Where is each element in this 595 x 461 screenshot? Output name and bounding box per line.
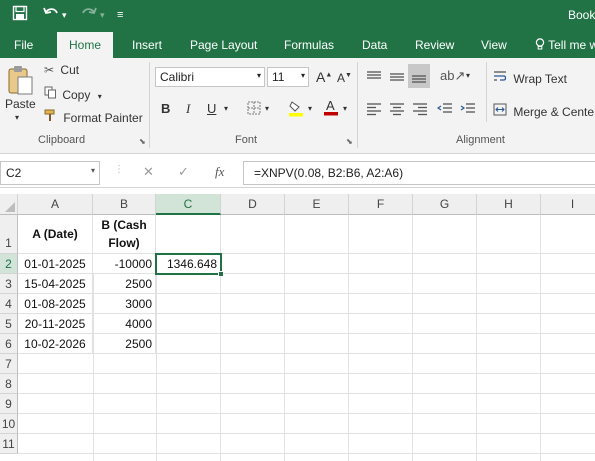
paste-button[interactable]	[6, 64, 34, 99]
chevron-down-icon[interactable]: ▾	[91, 166, 95, 175]
orientation-dropdown-icon[interactable]: ▾	[466, 71, 470, 80]
separator	[357, 62, 358, 148]
font-size-value: 11	[272, 70, 285, 84]
align-center-icon[interactable]	[389, 102, 405, 119]
font-group-label: Font	[235, 134, 258, 146]
copy-button[interactable]: Copy ▾	[44, 86, 102, 102]
more-options-icon: ⋮	[114, 164, 124, 175]
tab-file[interactable]: File	[14, 38, 33, 52]
chevron-down-icon: ▾	[300, 71, 305, 80]
name-box-value: C2	[6, 166, 22, 180]
customize-qat-icon[interactable]: ≡	[117, 5, 123, 25]
separator	[486, 62, 487, 122]
undo-dropdown-icon[interactable]: ▾	[62, 5, 67, 25]
tab-review[interactable]: Review	[415, 38, 454, 52]
spreadsheet-grid[interactable]: A B C D E F G H I 1 2 3 4 5 6 7 8 9 10 1…	[0, 194, 595, 461]
merge-cells-icon	[493, 103, 510, 119]
font-name-select[interactable]: Calibri ▾	[155, 67, 265, 87]
copy-label: Copy	[62, 88, 91, 102]
wrap-text-label: Wrap Text	[513, 72, 567, 86]
save-icon[interactable]	[12, 5, 28, 27]
wrap-text-icon	[493, 71, 510, 86]
paste-dropdown-icon[interactable]: ▾	[15, 113, 19, 122]
italic-button[interactable]: I	[186, 101, 190, 117]
font-name-value: Calibri	[160, 70, 195, 84]
fill-color-icon[interactable]	[288, 99, 304, 120]
paintbrush-icon	[44, 109, 60, 125]
alignment-group-label: Alignment	[456, 134, 505, 146]
formula-text: =XNPV(0.08, B2:B6, A2:A6)	[254, 166, 404, 180]
underline-button[interactable]: U	[207, 101, 216, 116]
bold-button[interactable]: B	[161, 101, 170, 116]
align-left-icon[interactable]	[366, 102, 382, 119]
format-painter-label: Format Painter	[63, 111, 143, 125]
bottom-align-icon[interactable]	[408, 64, 430, 88]
copy-icon	[44, 86, 60, 102]
ribbon-tabs: File Home Insert Page Layout Formulas Da…	[0, 32, 595, 58]
fill-color-dropdown-icon[interactable]: ▾	[308, 104, 312, 113]
tab-formulas[interactable]: Formulas	[284, 38, 334, 52]
align-right-icon[interactable]	[412, 102, 428, 119]
gridlines	[18, 253, 595, 461]
font-color-dropdown-icon[interactable]: ▾	[343, 104, 347, 113]
name-box[interactable]: C2 ▾	[0, 161, 100, 185]
cut-button[interactable]: ✂ Cut	[44, 63, 79, 77]
tab-view[interactable]: View	[481, 38, 507, 52]
title-bar: ▾ ▾ ≡ Book	[0, 0, 595, 32]
orientation-icon[interactable]: ab↗	[440, 68, 465, 84]
separator	[149, 62, 150, 148]
formula-input[interactable]: =XNPV(0.08, B2:B6, A2:A6)	[243, 161, 595, 185]
underline-dropdown-icon[interactable]: ▾	[224, 104, 228, 113]
top-align-icon[interactable]	[366, 70, 382, 87]
font-launcher-icon[interactable]: ⬊	[346, 137, 353, 146]
redo-icon[interactable]	[80, 5, 98, 27]
redo-dropdown-icon[interactable]: ▾	[100, 5, 105, 25]
copy-dropdown-icon[interactable]: ▾	[98, 92, 102, 101]
undo-icon[interactable]	[42, 5, 60, 27]
decrease-indent-icon[interactable]	[436, 102, 453, 119]
format-painter-button[interactable]: Format Painter	[44, 109, 143, 125]
scissors-icon: ✂	[44, 63, 55, 77]
increase-font-size-icon[interactable]: A▲	[316, 69, 332, 85]
clipboard-launcher-icon[interactable]: ⬊	[139, 137, 146, 146]
tell-me-label: Tell me w	[548, 38, 595, 52]
middle-align-icon[interactable]	[389, 70, 405, 87]
cut-label: Cut	[60, 63, 80, 77]
font-size-select[interactable]: 11 ▾	[267, 67, 309, 87]
tab-page-layout[interactable]: Page Layout	[190, 38, 257, 52]
tab-data[interactable]: Data	[362, 38, 387, 52]
window-title: Book	[568, 8, 595, 22]
increase-indent-icon[interactable]	[460, 102, 476, 119]
fill-handle[interactable]	[218, 271, 224, 277]
decrease-font-size-icon[interactable]: A▼	[337, 71, 352, 85]
insert-function-button[interactable]: fx	[215, 164, 224, 180]
cancel-formula-icon[interactable]: ✕	[143, 164, 154, 180]
active-cell-outline	[155, 253, 222, 275]
paste-label[interactable]: Paste	[5, 97, 36, 111]
enter-formula-icon[interactable]: ✓	[178, 164, 189, 180]
svg-text:A: A	[326, 98, 335, 113]
borders-icon[interactable]	[247, 101, 261, 118]
lightbulb-icon	[535, 38, 548, 52]
merge-center-label: Merge & Cente	[513, 105, 595, 119]
ribbon-home: Paste ▾ ✂ Cut Copy ▾ Format Painter Clip…	[0, 58, 595, 154]
wrap-text-button[interactable]: Wrap Text	[493, 70, 567, 86]
formula-bar: C2 ▾ ⋮ ✕ ✓ fx =XNPV(0.08, B2:B6, A2:A6)	[0, 158, 595, 188]
tell-me-search[interactable]: Tell me w	[535, 38, 595, 52]
tab-home[interactable]: Home	[57, 32, 114, 58]
font-color-icon[interactable]: A	[323, 98, 339, 119]
chevron-down-icon: ▾	[256, 71, 261, 80]
tab-insert[interactable]: Insert	[132, 38, 162, 52]
clipboard-group-label: Clipboard	[38, 134, 86, 146]
borders-dropdown-icon[interactable]: ▾	[265, 104, 269, 113]
merge-center-button[interactable]: Merge & Cente	[493, 103, 594, 119]
